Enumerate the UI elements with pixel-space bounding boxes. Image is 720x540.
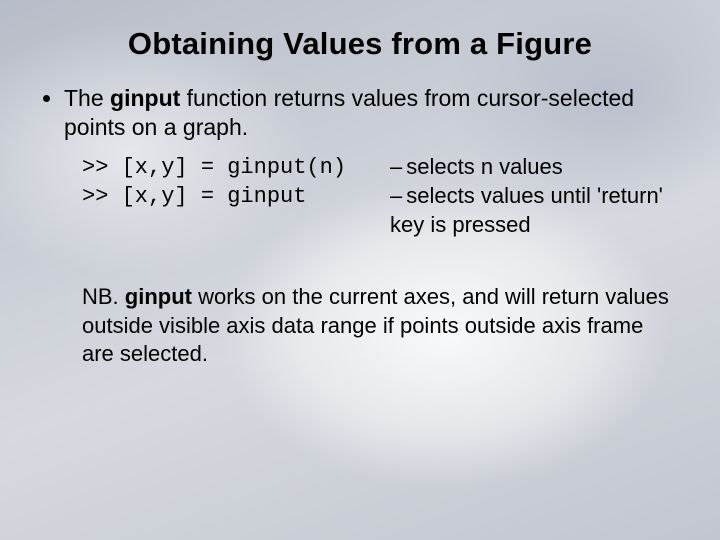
code-desc-1-text: selects n values (406, 154, 563, 179)
bullet-list: The ginput function returns values from … (42, 84, 678, 143)
note-keyword: ginput (125, 284, 192, 309)
code-row-1: >> [x,y] = ginput(n) –selects n values (82, 153, 678, 182)
code-line-2: >> [x,y] = ginput (82, 182, 390, 211)
code-row-2: >> [x,y] = ginput –selects values until … (82, 182, 678, 239)
bullet-text-pre: The (64, 85, 110, 111)
code-desc-2-text: selects values until 'return' key is pre… (390, 183, 663, 237)
dash-icon: – (390, 154, 406, 179)
slide: Obtaining Values from a Figure The ginpu… (0, 0, 720, 540)
note-paragraph: NB. ginput works on the current axes, an… (82, 283, 678, 369)
code-desc-1: –selects n values (390, 153, 678, 182)
note-pre: NB. (82, 284, 125, 309)
slide-title: Obtaining Values from a Figure (42, 26, 678, 62)
code-desc-2: –selects values until 'return' key is pr… (390, 182, 678, 239)
code-line-1: >> [x,y] = ginput(n) (82, 153, 390, 182)
bullet-item: The ginput function returns values from … (64, 84, 678, 143)
bullet-keyword: ginput (110, 85, 180, 111)
code-block: >> [x,y] = ginput(n) –selects n values >… (82, 153, 678, 239)
dash-icon: – (390, 183, 406, 208)
